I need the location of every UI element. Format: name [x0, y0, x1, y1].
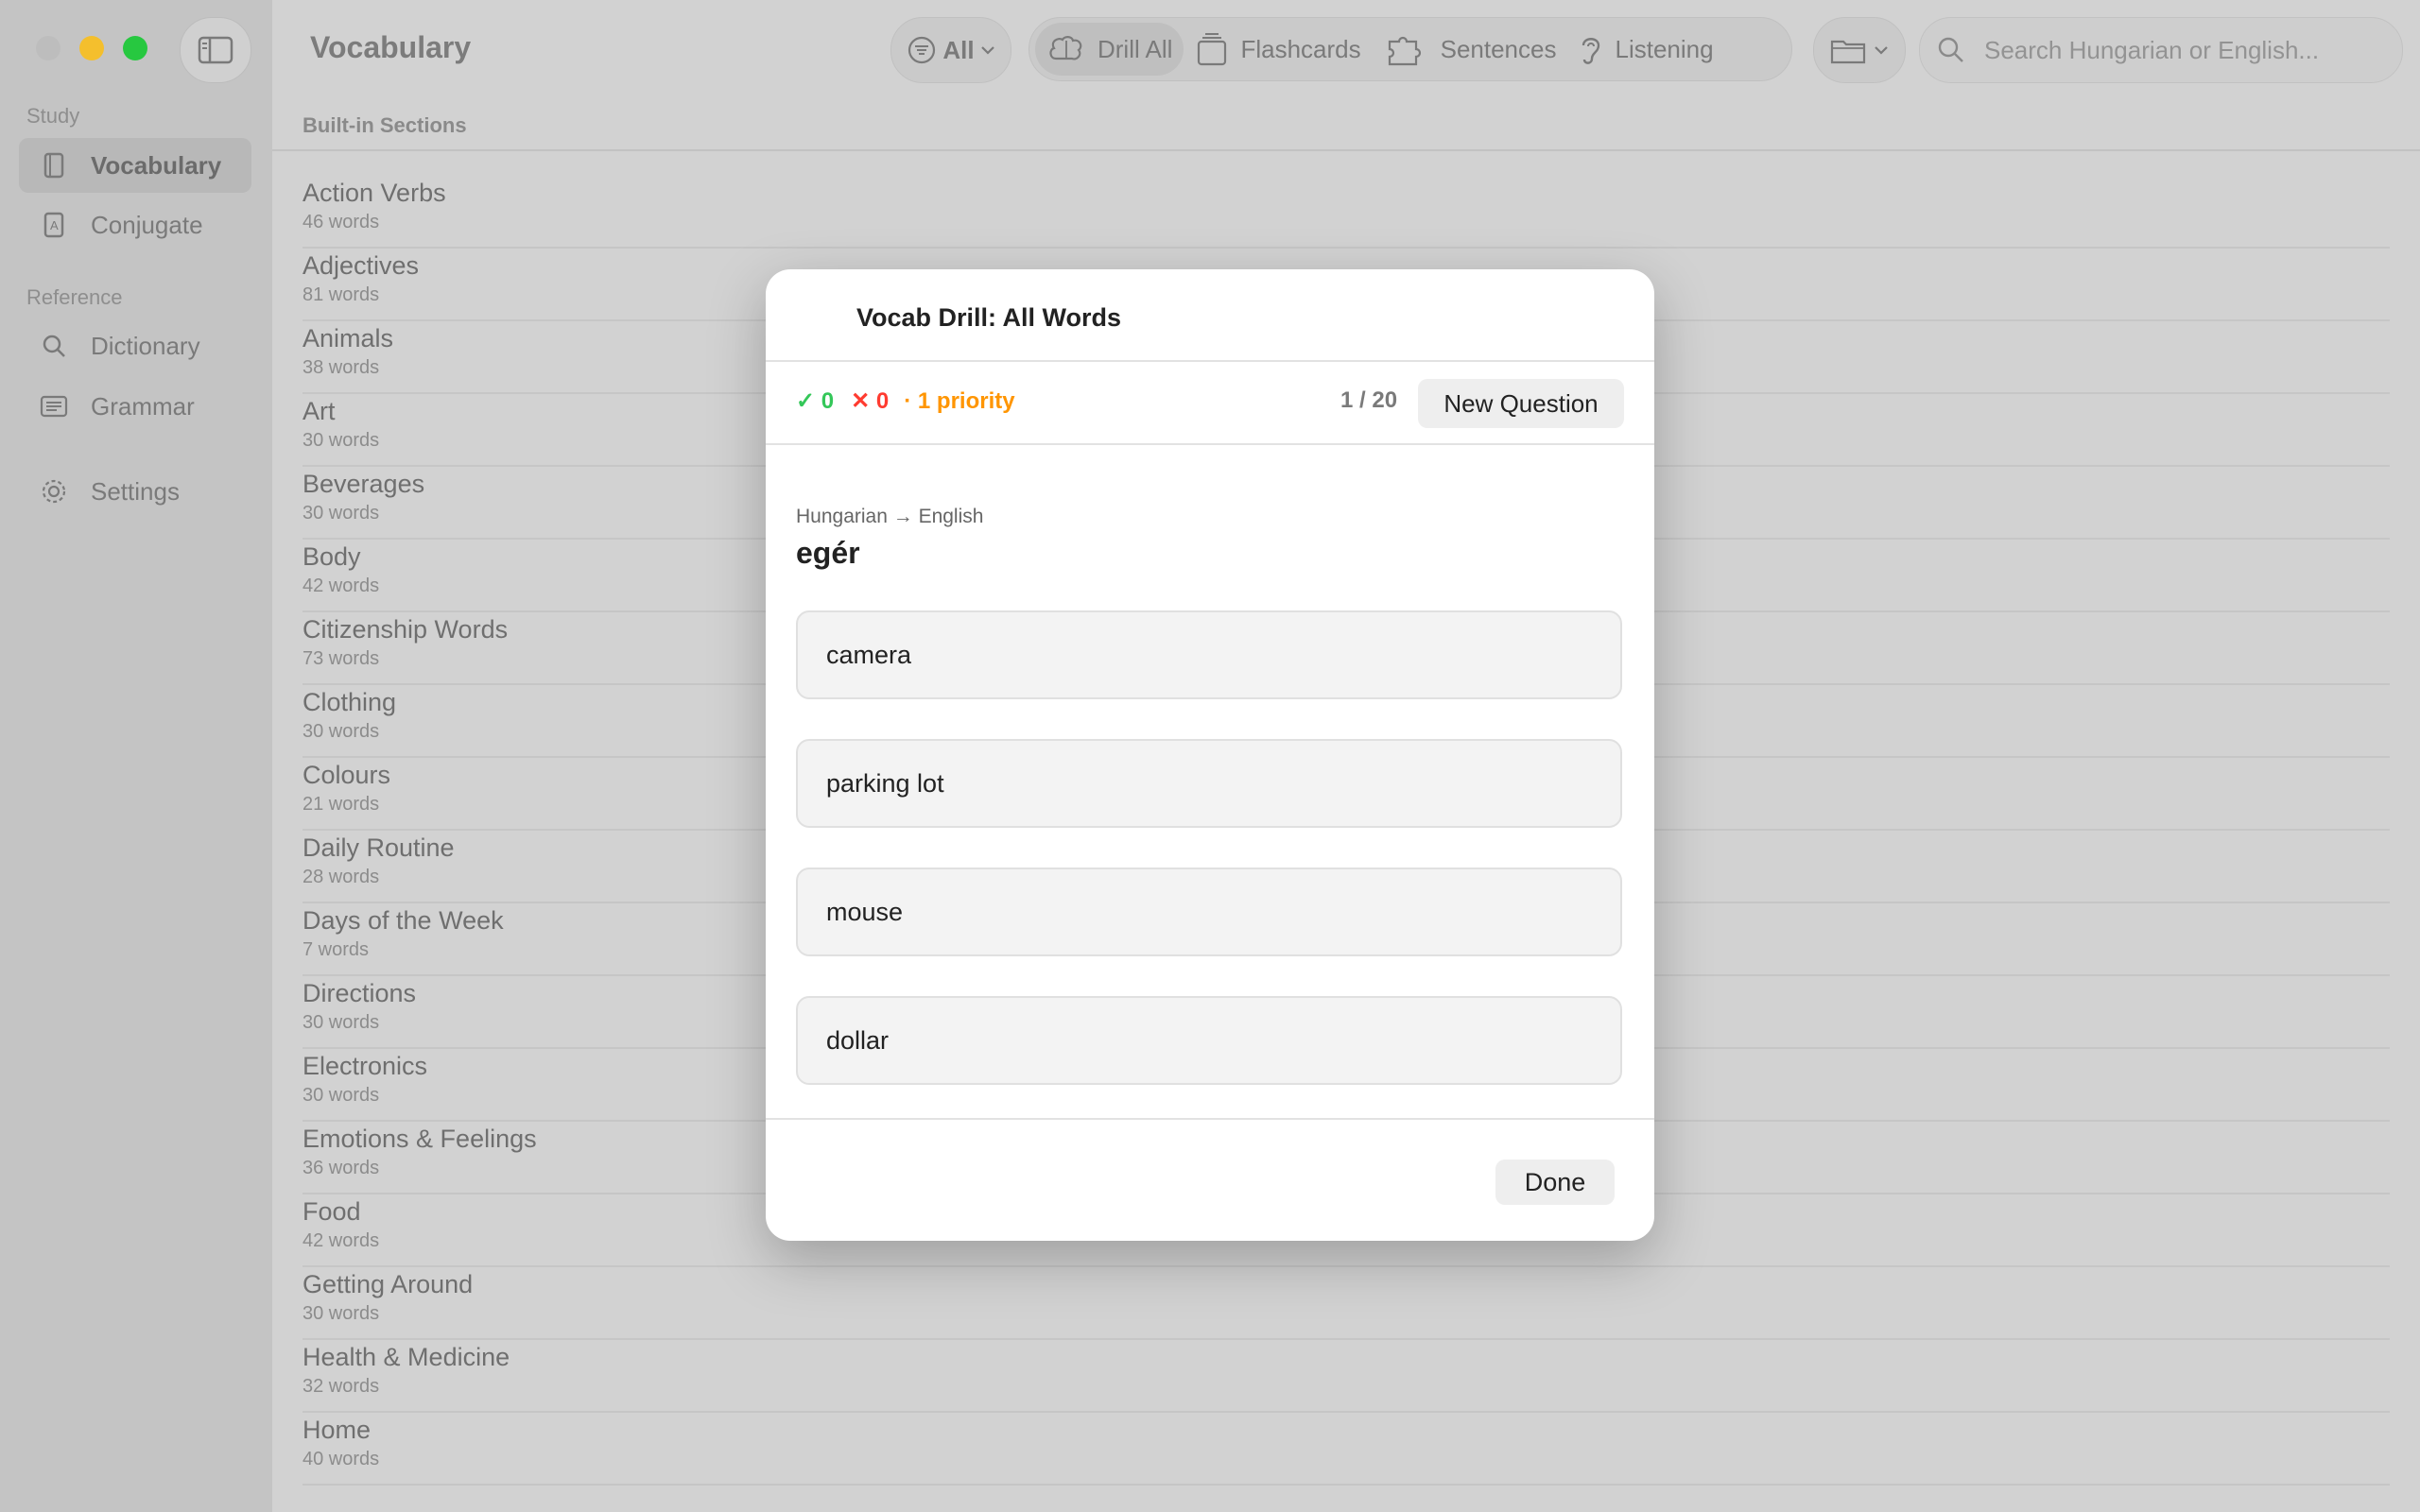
listening-button[interactable]: Listening — [1567, 23, 1724, 76]
drill-all-button[interactable]: Drill All — [1035, 23, 1184, 76]
section-row[interactable]: Home 40 words — [302, 1413, 2390, 1486]
section-title: Health & Medicine — [302, 1343, 510, 1371]
sidebar-item-vocabulary[interactable]: Vocabulary — [19, 138, 251, 193]
study-mode-group: Drill All Flashcards Sentences Listening — [1028, 17, 1792, 81]
vocab-drill-dialog: Vocab Drill: All Words ✓ 0 ✕ 0 · 1 prior… — [766, 269, 1654, 1241]
flashcards-icon — [1198, 33, 1227, 66]
book-icon — [40, 151, 68, 180]
wrong-count: ✕ 0 — [851, 388, 890, 414]
chevron-down-icon — [980, 46, 994, 55]
window-minimize-button[interactable] — [79, 36, 104, 60]
sidebar-item-conjugate[interactable]: A Conjugate — [19, 198, 251, 252]
sidebar-item-grammar[interactable]: Grammar — [19, 379, 251, 434]
sidebar-section-reference: Reference — [26, 285, 123, 309]
search-icon — [40, 332, 68, 360]
priority-count: · 1 priority — [904, 387, 1015, 414]
sidebar-item-dictionary[interactable]: Dictionary — [19, 318, 251, 373]
folder-dropdown[interactable] — [1813, 17, 1906, 83]
gear-icon — [40, 477, 68, 506]
filter-icon — [908, 36, 936, 64]
sidebar-item-label: Dictionary — [91, 331, 200, 360]
window-close-button[interactable] — [36, 36, 60, 60]
sidebar-section-study: Study — [26, 104, 80, 128]
section-title: Action Verbs — [302, 179, 446, 207]
section-word-count: 30 words — [302, 1303, 380, 1324]
sidebar-item-label: Settings — [91, 476, 180, 506]
answer-option[interactable]: mouse — [796, 868, 1622, 956]
listening-label: Listening — [1615, 34, 1714, 63]
folder-icon — [1830, 40, 1866, 64]
drill-all-label: Drill All — [1098, 34, 1173, 63]
page-title: Vocabulary — [310, 30, 472, 64]
divider — [272, 149, 2420, 151]
dialog-title: Vocab Drill: All Words — [856, 303, 1122, 332]
divider — [766, 443, 1654, 445]
sidebar-item-label: Grammar — [91, 391, 195, 421]
prompt-word: egér — [796, 536, 860, 570]
question-counter: 1 / 20 — [1340, 387, 1398, 413]
section-word-count: 32 words — [302, 1376, 380, 1397]
divider — [766, 360, 1654, 362]
svg-text:A: A — [50, 218, 59, 232]
answer-option[interactable]: dollar — [796, 996, 1622, 1085]
answer-option[interactable]: parking lot — [796, 739, 1622, 828]
section-word-count: 40 words — [302, 1449, 380, 1469]
search-icon — [1938, 37, 1963, 62]
sidebar-item-label: Conjugate — [91, 210, 203, 239]
score-summary: ✓ 0 ✕ 0 · 1 priority — [796, 387, 1015, 415]
sentences-button[interactable]: Sentences — [1373, 23, 1568, 76]
chevron-down-icon — [1875, 46, 1888, 55]
sidebar-item-settings[interactable]: Settings — [19, 464, 251, 519]
new-question-button[interactable]: New Question — [1418, 379, 1624, 428]
section-header: Built-in Sections — [302, 113, 467, 137]
sidebar-toggle-button[interactable] — [180, 17, 251, 83]
section-title: Home — [302, 1416, 372, 1444]
conjugate-icon: A — [40, 211, 68, 239]
sidebar-icon — [198, 36, 233, 64]
sidebar-item-label: Vocabulary — [91, 150, 222, 180]
divider — [766, 1118, 1654, 1120]
section-row[interactable]: Getting Around 30 words — [302, 1267, 2390, 1340]
flashcards-label: Flashcards — [1240, 34, 1361, 63]
search-field[interactable] — [1919, 17, 2403, 83]
correct-count: ✓ 0 — [796, 388, 835, 414]
sentences-label: Sentences — [1440, 34, 1557, 63]
filter-dropdown[interactable]: All — [890, 17, 1011, 83]
window-maximize-button[interactable] — [123, 36, 147, 60]
search-input[interactable] — [1982, 34, 2383, 66]
section-title: Getting Around — [302, 1270, 474, 1298]
answer-option[interactable]: camera — [796, 610, 1622, 699]
ear-icon — [1582, 38, 1600, 64]
brain-icon — [1049, 36, 1082, 60]
section-row[interactable]: Action Verbs 46 words — [302, 176, 2390, 249]
sidebar: Study Vocabulary A Conjugate Reference D… — [0, 0, 272, 1512]
section-row[interactable]: Health & Medicine 32 words — [302, 1340, 2390, 1413]
drill-direction: Hungarian → English — [796, 506, 984, 527]
section-word-count: 46 words — [302, 212, 380, 232]
filter-label: All — [942, 35, 975, 64]
flashcards-button[interactable]: Flashcards — [1184, 23, 1372, 76]
puzzle-icon — [1388, 36, 1421, 66]
done-button[interactable]: Done — [1495, 1160, 1615, 1205]
grammar-icon — [40, 392, 68, 421]
